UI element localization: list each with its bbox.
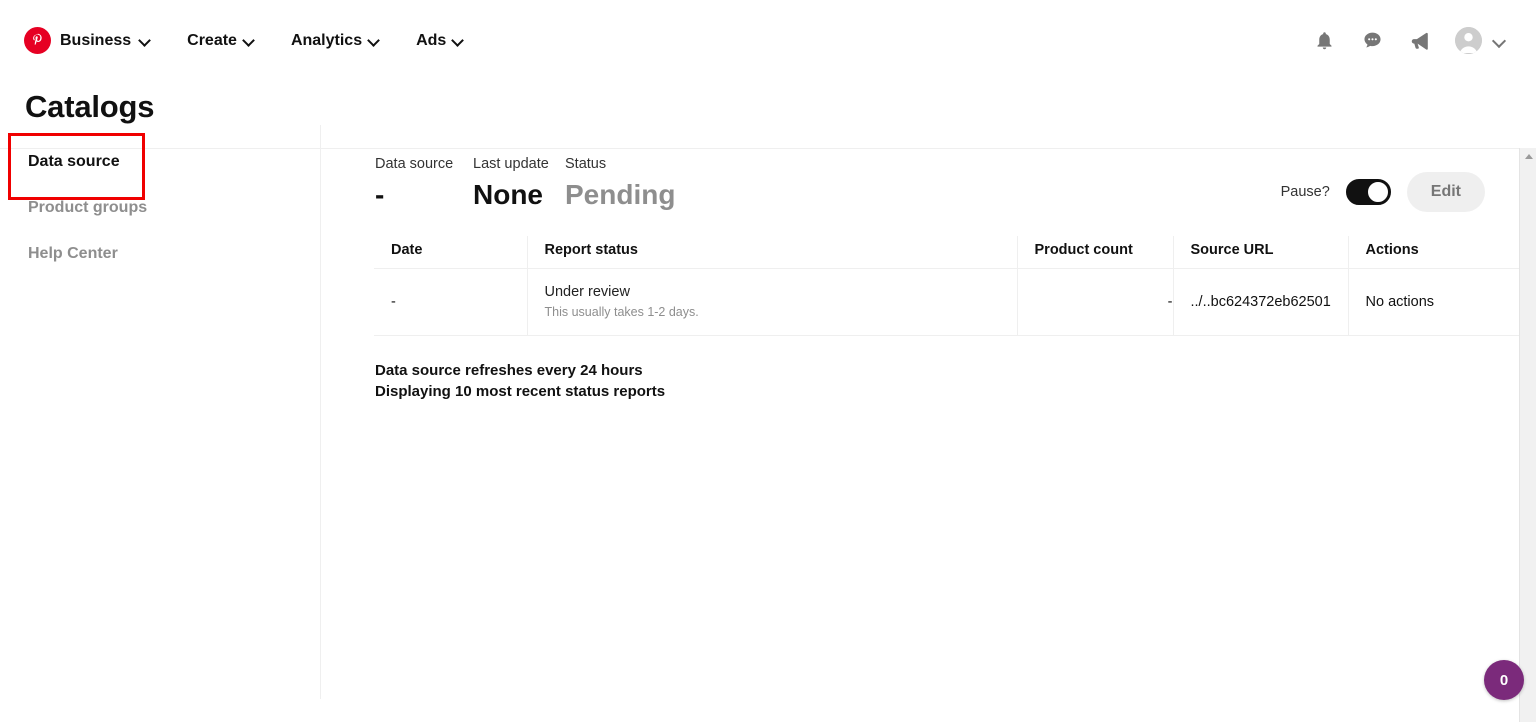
report-status-text: Under review	[544, 284, 630, 300]
nav-left-group: Business Create Analytics Ads	[24, 27, 500, 54]
nav-item-create[interactable]: Create	[187, 32, 255, 50]
vertical-scrollbar[interactable]	[1519, 148, 1536, 722]
sidebar: Data source Product groups Help Center	[0, 125, 321, 699]
pinterest-logo-icon	[24, 27, 51, 54]
announcements-megaphone-icon[interactable]	[1407, 28, 1433, 54]
cell-actions: No actions	[1347, 268, 1535, 336]
column-header-product-count: Product count	[1016, 236, 1173, 269]
column-header-report-status: Report status	[526, 236, 1017, 269]
avatar	[1455, 27, 1482, 54]
main-content: Data source - Last update None Status Pe…	[321, 125, 1536, 699]
scroll-up-arrow-icon[interactable]	[1520, 148, 1536, 165]
chevron-down-icon	[244, 35, 255, 46]
nav-item-analytics-label: Analytics	[290, 31, 363, 49]
column-header-source-url: Source URL	[1172, 236, 1348, 269]
sidebar-item-help-center[interactable]: Help Center	[0, 231, 320, 277]
summary-status: Status Pending	[565, 155, 675, 212]
status-badge: Pending	[565, 179, 676, 210]
table-header-row: Date Report status Product count Source …	[374, 236, 1535, 269]
summary-data-source: Data source -	[375, 155, 473, 212]
nav-item-ads[interactable]: Ads	[416, 32, 464, 50]
column-header-date: Date	[374, 236, 527, 269]
pause-toggle-knob	[1366, 181, 1389, 203]
summary-last-update-value: None	[473, 179, 543, 210]
nav-item-create-label: Create	[187, 31, 237, 49]
chevron-down-icon	[1494, 35, 1506, 47]
report-status-note: This usually takes 1-2 days.	[544, 305, 699, 319]
floating-counter-badge[interactable]: 0	[1484, 660, 1524, 700]
summary-data-source-label: Data source	[375, 156, 454, 172]
table-footnotes: Data source refreshes every 24 hours Dis…	[375, 360, 1536, 402]
summary-actions: Pause? Edit	[1281, 155, 1536, 212]
table-body: - Under review This usually takes 1-2 da…	[374, 268, 1535, 336]
page-body: Data source Product groups Help Center D…	[0, 125, 1536, 699]
summary-last-update: Last update None	[473, 155, 565, 212]
status-reports-table: Date Report status Product count Source …	[374, 236, 1535, 336]
chevron-down-icon	[453, 35, 464, 46]
summary-last-update-label: Last update	[473, 156, 549, 172]
cell-date: -	[374, 268, 527, 336]
footnote-report-count: Displaying 10 most recent status reports	[375, 383, 666, 400]
nav-item-business-label: Business	[60, 31, 132, 49]
summary-metrics: Data source - Last update None Status Pe…	[375, 155, 675, 212]
cell-report-status: Under review This usually takes 1-2 days…	[526, 268, 1017, 336]
chevron-down-icon	[140, 35, 151, 46]
edit-button[interactable]: Edit	[1406, 172, 1485, 212]
table-header: Date Report status Product count Source …	[374, 236, 1535, 269]
sidebar-item-data-source[interactable]: Data source	[0, 139, 320, 185]
nav-right-group	[1311, 27, 1512, 54]
nav-item-analytics[interactable]: Analytics	[291, 32, 380, 50]
summary-data-source-value: -	[375, 179, 385, 210]
triangle-up-icon	[1524, 154, 1533, 159]
status-reports-table-wrapper: Date Report status Product count Source …	[374, 236, 1535, 336]
column-header-actions: Actions	[1347, 236, 1535, 269]
nav-item-business[interactable]: Business	[24, 27, 151, 54]
summary-status-label: Status	[565, 156, 607, 172]
nav-item-ads-label: Ads	[416, 31, 447, 49]
account-menu[interactable]	[1455, 27, 1506, 54]
pause-toggle[interactable]	[1345, 179, 1391, 205]
catalog-summary: Data source - Last update None Status Pe…	[375, 155, 1536, 212]
chevron-down-icon	[369, 35, 380, 46]
sidebar-item-product-groups[interactable]: Product groups	[0, 185, 320, 231]
page-title: Catalogs	[25, 89, 155, 124]
notifications-bell-icon[interactable]	[1311, 28, 1337, 54]
footnote-refresh-interval: Data source refreshes every 24 hours	[375, 362, 643, 379]
top-navigation-bar: Business Create Analytics Ads	[0, 0, 1536, 81]
table-row: - Under review This usually takes 1-2 da…	[374, 268, 1535, 336]
messages-chat-icon[interactable]	[1359, 28, 1385, 54]
pause-toggle-label: Pause?	[1280, 184, 1330, 200]
cell-product-count: -	[1016, 268, 1173, 336]
cell-source-url: ../..bc624372eb62501	[1172, 268, 1348, 336]
